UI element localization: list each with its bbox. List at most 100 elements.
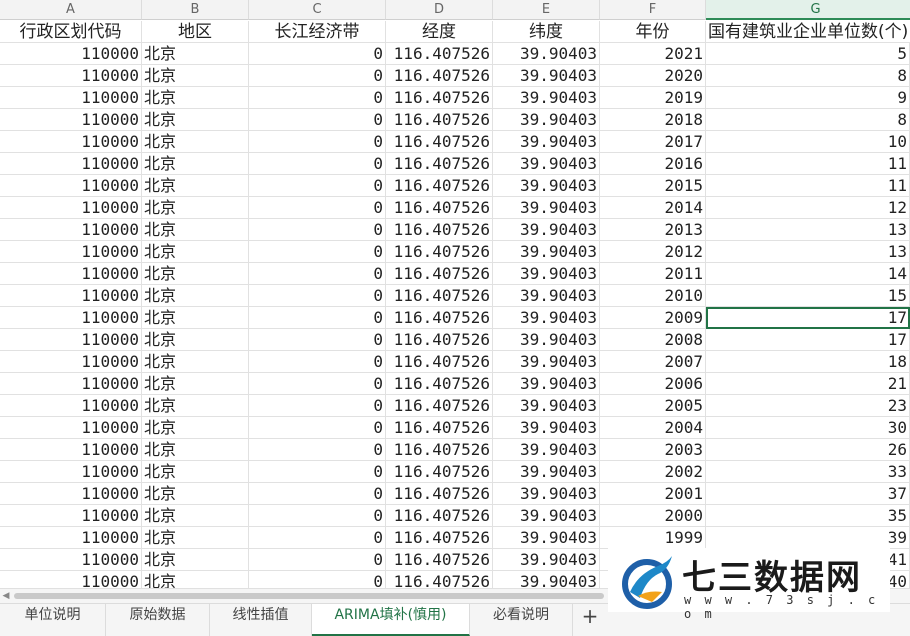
column-header-f[interactable]: F xyxy=(600,0,706,20)
data-cell[interactable]: 北京 xyxy=(142,395,249,417)
data-cell[interactable]: 北京 xyxy=(142,483,249,505)
data-cell[interactable]: 116.407526 xyxy=(386,373,493,395)
year-cell[interactable]: 2020 xyxy=(600,65,706,87)
year-cell[interactable]: 2006 xyxy=(600,373,706,395)
data-cell[interactable]: 北京 xyxy=(142,417,249,439)
header-cell[interactable]: 国有建筑业企业单位数(个) xyxy=(706,21,910,43)
data-cell[interactable]: 116.407526 xyxy=(386,241,493,263)
data-cell[interactable]: 116.407526 xyxy=(386,483,493,505)
data-cell[interactable]: 39.90403 xyxy=(493,285,600,307)
data-cell[interactable]: 8 xyxy=(706,65,910,87)
data-cell[interactable]: 39.90403 xyxy=(493,307,600,329)
data-cell[interactable]: 13 xyxy=(706,241,910,263)
data-cell[interactable]: 39.90403 xyxy=(493,65,600,87)
data-cell[interactable]: 0 xyxy=(249,87,386,109)
data-cell[interactable]: 北京 xyxy=(142,571,249,588)
data-cell[interactable]: 北京 xyxy=(142,197,249,219)
data-cell[interactable]: 0 xyxy=(249,43,386,65)
data-cell[interactable]: 0 xyxy=(249,395,386,417)
data-cell[interactable]: 39.90403 xyxy=(493,505,600,527)
data-cell[interactable]: 116.407526 xyxy=(386,461,493,483)
data-cell[interactable]: 0 xyxy=(249,263,386,285)
data-cell[interactable]: 北京 xyxy=(142,131,249,153)
data-cell[interactable]: 116.407526 xyxy=(386,307,493,329)
data-cell[interactable]: 14 xyxy=(706,263,910,285)
year-cell[interactable]: 1999 xyxy=(600,527,706,549)
year-cell[interactable]: 2013 xyxy=(600,219,706,241)
data-cell[interactable]: 北京 xyxy=(142,439,249,461)
data-cell[interactable]: 39 xyxy=(706,527,910,549)
year-cell[interactable]: 2000 xyxy=(600,505,706,527)
data-cell[interactable]: 110000 xyxy=(0,65,142,87)
column-header-e[interactable]: E xyxy=(493,0,600,20)
data-cell[interactable]: 0 xyxy=(249,285,386,307)
year-cell[interactable]: 2012 xyxy=(600,241,706,263)
data-cell[interactable]: 30 xyxy=(706,417,910,439)
data-cell[interactable]: 110000 xyxy=(0,153,142,175)
data-cell[interactable]: 110000 xyxy=(0,285,142,307)
data-cell[interactable]: 11 xyxy=(706,153,910,175)
data-cell[interactable]: 39.90403 xyxy=(493,109,600,131)
data-cell[interactable]: 17 xyxy=(706,329,910,351)
data-cell[interactable]: 5 xyxy=(706,43,910,65)
data-cell[interactable]: 110000 xyxy=(0,351,142,373)
data-cell[interactable]: 39.90403 xyxy=(493,417,600,439)
header-cell[interactable]: 纬度 xyxy=(493,21,600,43)
add-sheet-button[interactable]: + xyxy=(573,604,607,636)
year-cell[interactable]: 2011 xyxy=(600,263,706,285)
year-cell[interactable]: 2014 xyxy=(600,197,706,219)
data-cell[interactable]: 北京 xyxy=(142,153,249,175)
data-cell[interactable]: 116.407526 xyxy=(386,571,493,588)
year-cell[interactable]: 2009 xyxy=(600,307,706,329)
data-cell[interactable]: 39.90403 xyxy=(493,329,600,351)
year-cell[interactable]: 2017 xyxy=(600,131,706,153)
data-cell[interactable]: 35 xyxy=(706,505,910,527)
spreadsheet-grid[interactable]: A B C D E F G 行政区划代码 地区 长江经济带 经度 纬度 年份 国有建筑业企业单位数(个) 1… xyxy=(0,0,910,588)
year-cell[interactable]: 2003 xyxy=(600,439,706,461)
data-cell[interactable]: 116.407526 xyxy=(386,153,493,175)
data-cell[interactable]: 北京 xyxy=(142,351,249,373)
header-cell[interactable]: 行政区划代码 xyxy=(0,21,142,43)
data-cell[interactable]: 116.407526 xyxy=(386,439,493,461)
data-cell[interactable]: 116.407526 xyxy=(386,131,493,153)
selected-cell[interactable]: 17 xyxy=(706,307,910,329)
data-cell[interactable]: 北京 xyxy=(142,43,249,65)
data-cell[interactable]: 23 xyxy=(706,395,910,417)
data-cell[interactable]: 110000 xyxy=(0,527,142,549)
data-cell[interactable]: 39.90403 xyxy=(493,395,600,417)
sheet-tab[interactable]: 必看说明 xyxy=(470,604,573,636)
data-cell[interactable]: 116.407526 xyxy=(386,549,493,571)
data-cell[interactable]: 39.90403 xyxy=(493,131,600,153)
data-cell[interactable]: 110000 xyxy=(0,395,142,417)
data-cell[interactable]: 北京 xyxy=(142,219,249,241)
data-cell[interactable]: 18 xyxy=(706,351,910,373)
data-cell[interactable]: 北京 xyxy=(142,263,249,285)
data-cell[interactable]: 39.90403 xyxy=(493,461,600,483)
data-cell[interactable]: 116.407526 xyxy=(386,109,493,131)
sheet-tab[interactable]: 线性插值 xyxy=(210,604,312,636)
column-header-g[interactable]: G xyxy=(706,0,910,20)
year-cell[interactable]: 2010 xyxy=(600,285,706,307)
data-cell[interactable]: 110000 xyxy=(0,461,142,483)
sheet-tab[interactable]: ARIMA填补(慎用) xyxy=(312,604,470,636)
data-cell[interactable]: 0 xyxy=(249,329,386,351)
data-cell[interactable]: 北京 xyxy=(142,307,249,329)
year-cell[interactable]: 2015 xyxy=(600,175,706,197)
data-cell[interactable]: 39.90403 xyxy=(493,153,600,175)
data-cell[interactable]: 北京 xyxy=(142,461,249,483)
data-cell[interactable]: 39.90403 xyxy=(493,263,600,285)
data-cell[interactable]: 11 xyxy=(706,175,910,197)
data-cell[interactable]: 110000 xyxy=(0,43,142,65)
data-cell[interactable]: 26 xyxy=(706,439,910,461)
data-cell[interactable]: 110000 xyxy=(0,505,142,527)
data-cell[interactable]: 37 xyxy=(706,483,910,505)
data-cell[interactable]: 39.90403 xyxy=(493,241,600,263)
year-cell[interactable]: 2001 xyxy=(600,483,706,505)
data-cell[interactable]: 北京 xyxy=(142,87,249,109)
data-cell[interactable]: 39.90403 xyxy=(493,549,600,571)
data-cell[interactable]: 北京 xyxy=(142,241,249,263)
data-cell[interactable]: 116.407526 xyxy=(386,351,493,373)
data-cell[interactable]: 110000 xyxy=(0,197,142,219)
data-cell[interactable]: 0 xyxy=(249,417,386,439)
data-cell[interactable]: 116.407526 xyxy=(386,197,493,219)
